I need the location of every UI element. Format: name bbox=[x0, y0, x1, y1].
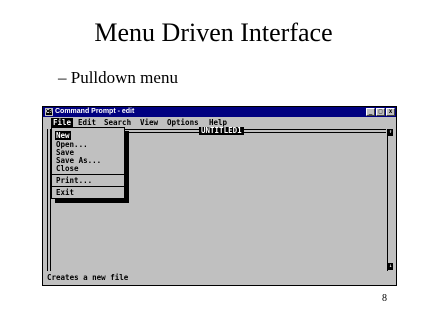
vertical-scrollbar[interactable] bbox=[387, 129, 392, 271]
file-menu-dropdown: New Open... Save Save As... Close Print.… bbox=[51, 127, 125, 199]
menu-item-print[interactable]: Print... bbox=[56, 176, 92, 185]
slide-bullet: – Pulldown menu bbox=[58, 68, 178, 87]
menu-options[interactable]: Options bbox=[167, 118, 199, 127]
menu-separator bbox=[52, 174, 124, 175]
document-title: UNTITLED1 bbox=[199, 126, 244, 135]
close-button[interactable]: x bbox=[386, 108, 395, 116]
menu-file[interactable]: File bbox=[51, 118, 74, 127]
slide-title: Menu Driven Interface bbox=[94, 18, 333, 47]
maximize-button[interactable]: □ bbox=[376, 108, 385, 116]
menu-item-new[interactable]: New bbox=[55, 131, 71, 140]
menu-search[interactable]: Search bbox=[104, 118, 131, 127]
page-number: 8 bbox=[382, 293, 387, 304]
command-prompt-icon[interactable]: C:\ bbox=[45, 108, 53, 116]
editor-frame-top bbox=[123, 129, 386, 133]
editor-console[interactable]: File Edit Search View Options Help ↑ ↓ U… bbox=[45, 118, 394, 283]
menu-view[interactable]: View bbox=[140, 118, 158, 127]
menu-separator bbox=[52, 186, 124, 187]
minimize-button[interactable]: _ bbox=[366, 108, 375, 116]
window-title: Command Prompt - edit bbox=[55, 108, 135, 115]
scroll-down-icon[interactable]: ↓ bbox=[388, 263, 393, 270]
window-titlebar[interactable]: C:\ Command Prompt - edit _ □ x bbox=[43, 107, 396, 117]
menu-item-close[interactable]: Close bbox=[56, 164, 79, 173]
status-bar: Creates a new file bbox=[47, 273, 129, 282]
menu-item-exit[interactable]: Exit bbox=[56, 188, 74, 197]
command-prompt-window: C:\ Command Prompt - edit _ □ x File Edi… bbox=[42, 106, 397, 286]
menu-edit[interactable]: Edit bbox=[78, 118, 96, 127]
scroll-up-icon[interactable]: ↑ bbox=[388, 129, 393, 136]
